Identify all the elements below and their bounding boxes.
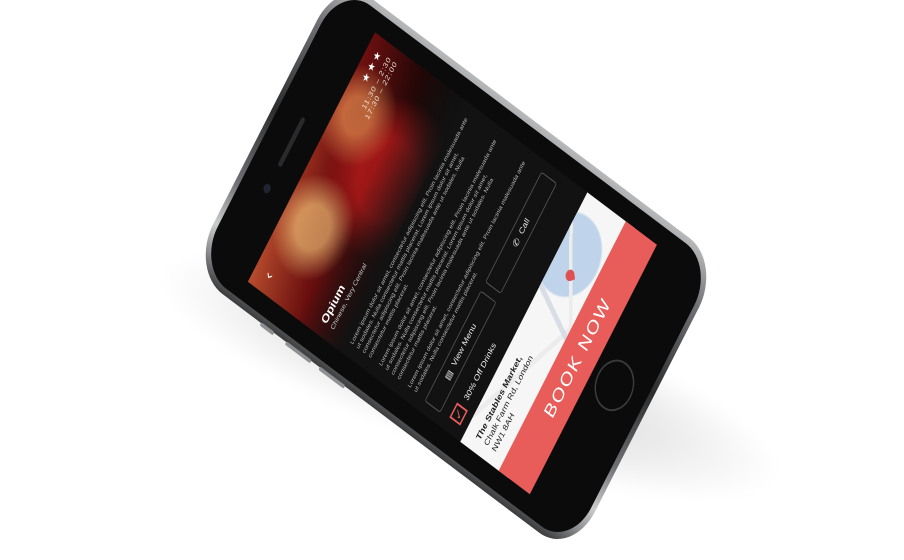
earpiece-speaker [277, 116, 306, 168]
app-screen: ‹ ★★★ 11:30 – 2:30 17:30 – 22:00 Opium C… [247, 32, 658, 495]
front-camera-icon [261, 182, 273, 195]
map-pin-icon [564, 268, 575, 283]
checkmark-icon: ✓ [449, 402, 468, 426]
phone-icon: ✆ [510, 236, 523, 250]
menu-book-icon: ▤ [443, 368, 455, 383]
call-label: Call [517, 216, 532, 237]
